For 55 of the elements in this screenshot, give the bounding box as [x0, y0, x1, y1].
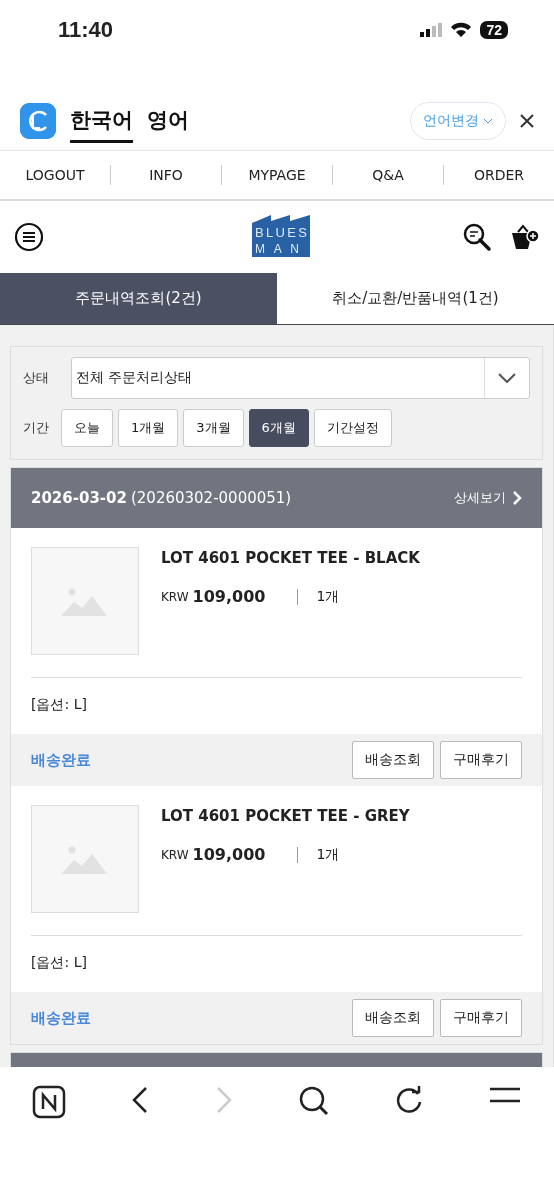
nav-link[interactable]: LOGOUT: [0, 167, 110, 183]
reload-icon[interactable]: [394, 1085, 424, 1115]
search-icon[interactable]: [298, 1085, 330, 1117]
quantity: 1개: [316, 587, 340, 606]
image-placeholder-icon: [31, 547, 139, 655]
back-icon[interactable]: [130, 1085, 150, 1115]
order-action-button[interactable]: 배송조회: [352, 999, 434, 1037]
product-name[interactable]: LOT 4601 POCKET TEE - BLACK: [161, 549, 420, 567]
menu-icon[interactable]: [14, 222, 44, 252]
order-number: (20260302-0000051): [130, 489, 292, 507]
period-label: 기간: [22, 419, 50, 437]
language-tab[interactable]: 영어: [147, 99, 189, 143]
nav-link[interactable]: INFO: [111, 167, 221, 183]
chevron-down-icon: [498, 373, 516, 383]
menu-icon[interactable]: [488, 1085, 522, 1105]
details-link[interactable]: 상세보기: [454, 489, 522, 507]
product-name[interactable]: LOT 4601 POCKET TEE - GREY: [161, 807, 410, 825]
status-dropdown[interactable]: 전체 주문처리상태: [71, 357, 530, 399]
period-button[interactable]: 오늘: [61, 409, 113, 447]
product-option: [옵션: L]: [31, 954, 87, 970]
product-option: [옵션: L]: [31, 696, 87, 712]
order-date: 2026-03-02: [31, 489, 127, 507]
chevron-down-icon: [483, 118, 493, 124]
nav-link[interactable]: ORDER: [444, 167, 554, 183]
wifi-icon: [450, 22, 473, 38]
search-icon[interactable]: [462, 222, 492, 252]
delivery-status: 배송완료: [31, 1008, 91, 1028]
order-action-button[interactable]: 구매후기: [440, 999, 522, 1037]
naver-home-icon[interactable]: [32, 1085, 66, 1119]
period-button[interactable]: 기간설정: [313, 409, 392, 447]
signal-icon: [420, 23, 443, 37]
battery-indicator: 72: [480, 21, 508, 39]
period-button[interactable]: 6개월: [248, 409, 309, 447]
logo[interactable]: BLUES MAN: [252, 215, 310, 257]
status-label: 상태: [22, 369, 50, 387]
order-action-button[interactable]: 구매후기: [440, 741, 522, 779]
close-icon[interactable]: [520, 114, 534, 128]
chevron-right-icon: [512, 490, 522, 506]
order-action-button[interactable]: 배송조회: [352, 741, 434, 779]
period-button[interactable]: 3개월: [183, 409, 244, 447]
quantity: 1개: [316, 845, 340, 864]
currency: KRW: [161, 847, 189, 862]
currency: KRW: [161, 589, 189, 604]
nav-link[interactable]: MYPAGE: [222, 167, 332, 183]
nav-link[interactable]: Q&A: [333, 167, 443, 183]
product-price: 109,000: [192, 845, 266, 864]
translator-app-icon: [20, 103, 56, 139]
status-time: 11:40: [58, 17, 114, 43]
language-tab[interactable]: 한국어: [70, 99, 133, 143]
product-price: 109,000: [192, 587, 266, 606]
image-placeholder-icon: [31, 805, 139, 913]
delivery-status: 배송완료: [31, 750, 91, 770]
order-tab[interactable]: 주문내역조회(2건): [0, 273, 277, 324]
basket-icon[interactable]: [510, 223, 540, 251]
period-button[interactable]: 1개월: [118, 409, 179, 447]
